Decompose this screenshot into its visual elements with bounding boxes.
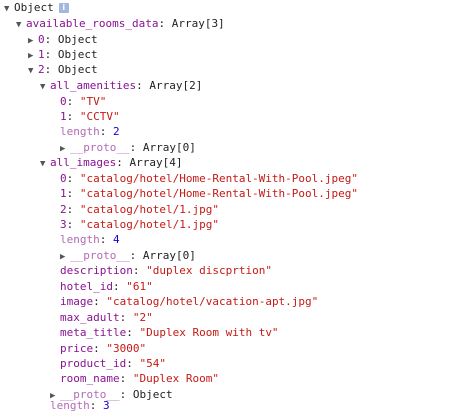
array-index: 3: [60, 218, 67, 231]
property-key: available_rooms_data: [26, 17, 159, 30]
proto-value: Object: [132, 388, 173, 401]
proto-value: Array[0]: [142, 249, 196, 262]
array-index: 1: [38, 48, 45, 61]
string-value: "3000": [106, 342, 147, 355]
property-key: max_adult: [60, 311, 120, 324]
property-key: all_images: [50, 156, 117, 169]
string-value: "2": [132, 311, 153, 324]
string-value: "CCTV": [79, 110, 120, 123]
string-value: "Duplex Room": [132, 372, 219, 385]
expand-toggle-icon[interactable]: ▼: [16, 18, 26, 33]
expand-toggle-icon[interactable]: ▼: [28, 64, 38, 79]
all-amenities-row[interactable]: ▼ all_amenities: Array[2]: [40, 78, 202, 93]
property-key: all_amenities: [50, 79, 137, 92]
property-key: description: [60, 264, 133, 277]
length-key: length: [60, 233, 100, 246]
string-value: "catalog/hotel/Home-Rental-With-Pool.jpe…: [79, 172, 359, 185]
proto-row[interactable]: ▶ __proto__: Array[0]: [60, 140, 196, 155]
array-index: 1: [60, 110, 67, 123]
number-value: 4: [113, 233, 120, 246]
field-row-price: price: "3000": [60, 342, 147, 355]
root-object-row[interactable]: ▼ Object i: [4, 0, 69, 15]
field-row-product-id: product_id: "54": [60, 357, 166, 370]
array-type: Array[2]: [149, 79, 203, 92]
field-row-image: image: "catalog/hotel/vacation-apt.jpg": [60, 295, 319, 308]
array-index: 2: [60, 203, 67, 216]
array-item-row: 2: "catalog/hotel/1.jpg": [60, 203, 219, 216]
array-item-row: 0: "TV": [60, 95, 107, 108]
string-value: "54": [139, 357, 166, 370]
array-index: 1: [60, 187, 67, 200]
field-row-hotel-id: hotel_id: "61": [60, 280, 153, 293]
length-key: length: [60, 125, 100, 138]
string-value: "catalog/hotel/Home-Rental-With-Pool.jpe…: [79, 187, 359, 200]
length-row: length: 2: [60, 125, 120, 138]
array-item-row[interactable]: ▶ 1: Object: [28, 47, 98, 62]
string-value: "Duplex Room with tv": [139, 326, 279, 339]
field-row-meta-title: meta_title: "Duplex Room with tv": [60, 326, 279, 339]
array-type: Array[3]: [171, 17, 225, 30]
array-type: Array[4]: [129, 156, 183, 169]
string-value: "catalog/hotel/1.jpg": [79, 203, 219, 216]
length-row: length: 4: [60, 233, 120, 246]
array-item-row[interactable]: ▼ 2: Object: [28, 62, 98, 77]
proto-value: Array[0]: [142, 141, 196, 154]
length-key: length: [50, 399, 90, 412]
string-value: "catalog/hotel/1.jpg": [79, 218, 219, 231]
string-value: "TV": [79, 95, 107, 108]
array-item-row[interactable]: ▶ 0: Object: [28, 32, 98, 47]
proto-key: __proto__: [70, 141, 130, 154]
number-value: 3: [103, 399, 110, 412]
all-images-row[interactable]: ▼ all_images: Array[4]: [40, 155, 182, 170]
console-object-tree: ▼ Object i ▼ available_rooms_data: Array[3]…: [0, 0, 474, 413]
string-value: "duplex discprtion": [146, 264, 272, 277]
property-key: room_name: [60, 372, 120, 385]
array-index: 0: [60, 172, 67, 185]
field-row-description: description: "duplex discprtion": [60, 264, 272, 277]
expand-toggle-icon[interactable]: ▼: [40, 80, 50, 95]
array-item-row: 3: "catalog/hotel/1.jpg": [60, 218, 219, 231]
property-key: image: [60, 295, 94, 308]
array-index: 0: [38, 33, 45, 46]
array-item-row: 1: "catalog/hotel/Home-Rental-With-Pool.…: [60, 187, 359, 200]
array-item-row: 0: "catalog/hotel/Home-Rental-With-Pool.…: [60, 172, 359, 185]
expand-toggle-icon[interactable]: ▼: [40, 157, 50, 172]
available-rooms-row[interactable]: ▼ available_rooms_data: Array[3]: [16, 16, 225, 31]
item-value: Object: [57, 48, 98, 61]
property-key: price: [60, 342, 94, 355]
string-value: "61": [126, 280, 153, 293]
length-row: length: 3: [50, 399, 110, 412]
array-index: 2: [38, 63, 45, 76]
string-value: "catalog/hotel/vacation-apt.jpg": [106, 295, 319, 308]
item-value: Object: [57, 63, 98, 76]
field-row-max-adult: max_adult: "2": [60, 311, 153, 324]
property-key: hotel_id: [60, 280, 113, 293]
property-key: meta_title: [60, 326, 127, 339]
info-icon[interactable]: i: [58, 3, 69, 13]
number-value: 2: [113, 125, 120, 138]
field-row-room-name: room_name: "Duplex Room": [60, 372, 219, 385]
proto-row[interactable]: ▶ __proto__: Array[0]: [60, 248, 196, 263]
expand-toggle-icon[interactable]: ▼: [4, 2, 14, 17]
proto-key: __proto__: [70, 249, 130, 262]
item-value: Object: [57, 33, 98, 46]
array-index: 0: [60, 95, 67, 108]
array-item-row: 1: "CCTV": [60, 110, 120, 123]
root-object-label: Object: [14, 1, 54, 14]
property-key: product_id: [60, 357, 127, 370]
